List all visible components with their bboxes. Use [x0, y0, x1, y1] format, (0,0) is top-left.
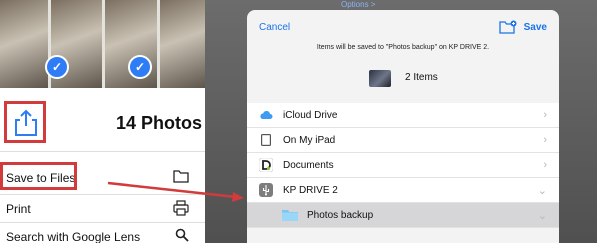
- location-icloud-drive[interactable]: iCloud Drive ›: [247, 103, 559, 128]
- photo-thumbnail[interactable]: ✓: [105, 0, 157, 88]
- search-icon: [175, 228, 189, 243]
- location-label: On My iPad: [283, 135, 336, 146]
- highlight-box: [0, 162, 77, 190]
- chevron-down-icon: ⌄: [537, 210, 547, 222]
- menu-item-label: Search with Google Lens: [6, 230, 141, 243]
- divider: [0, 222, 205, 223]
- documents-app-icon: [258, 157, 274, 173]
- photo-count: 14 Photos: [116, 113, 203, 133]
- checkmark-icon: ✓: [128, 55, 152, 79]
- menu-item-label: Print: [6, 202, 31, 216]
- new-folder-icon[interactable]: [499, 20, 517, 39]
- chevron-right-icon: ›: [543, 109, 547, 121]
- location-label: KP DRIVE 2: [283, 185, 338, 196]
- location-documents[interactable]: Documents ›: [247, 153, 559, 178]
- usb-drive-icon: [259, 183, 273, 197]
- search-google-lens-item[interactable]: Search with Google Lens: [0, 224, 205, 243]
- folder-icon: [281, 208, 299, 222]
- chevron-right-icon: ›: [543, 159, 547, 171]
- print-item[interactable]: Print: [0, 196, 205, 222]
- cloud-icon: [259, 108, 273, 122]
- photo-thumbnail[interactable]: ✓: [45, 0, 102, 88]
- divider: [0, 194, 205, 195]
- checkmark-icon: ✓: [45, 55, 69, 79]
- share-button[interactable]: [4, 101, 46, 143]
- ipad-icon: [259, 133, 273, 147]
- share-sheet-panel: ✓ ✓ 14 Photos Save to Files Print Search…: [0, 0, 205, 243]
- location-kp-drive-2[interactable]: KP DRIVE 2 ⌄: [247, 178, 559, 203]
- location-on-my-ipad[interactable]: On My iPad ›: [247, 128, 559, 153]
- location-label: iCloud Drive: [283, 110, 338, 121]
- save-location-sheet: Cancel Save Items will be saved to "Phot…: [247, 10, 559, 243]
- selected-photos-strip: ✓ ✓: [0, 0, 205, 88]
- folder-icon: [173, 169, 189, 188]
- items-thumbnail: [369, 70, 391, 87]
- options-link[interactable]: Options >: [341, 0, 375, 9]
- printer-icon: [173, 200, 189, 221]
- items-count: 2 Items: [405, 72, 438, 83]
- cancel-button[interactable]: Cancel: [259, 22, 290, 33]
- folder-label: Photos backup: [307, 210, 374, 221]
- photo-thumbnail[interactable]: [0, 0, 48, 88]
- chevron-down-icon: ⌄: [537, 185, 547, 197]
- files-picker-screen: Options > Cancel Save Items will be save…: [205, 0, 597, 243]
- destination-info: Items will be saved to "Photos backup" o…: [316, 44, 490, 51]
- photo-thumbnail[interactable]: [160, 0, 205, 88]
- folder-photos-backup[interactable]: Photos backup ⌄: [247, 203, 559, 228]
- location-label: Documents: [283, 160, 334, 171]
- save-button[interactable]: Save: [524, 22, 547, 33]
- divider: [0, 151, 205, 152]
- chevron-right-icon: ›: [543, 134, 547, 146]
- share-icon: [15, 109, 37, 136]
